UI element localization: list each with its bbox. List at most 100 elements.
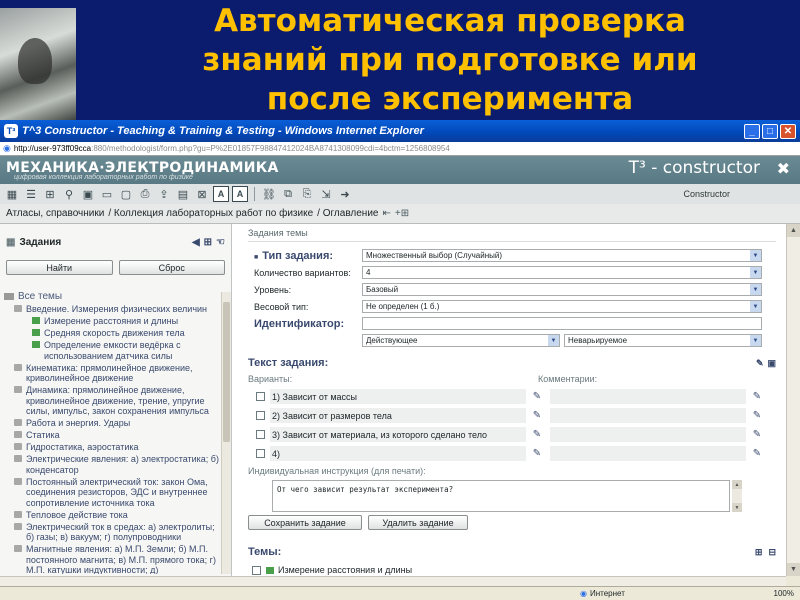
tree-scroll-thumb[interactable] xyxy=(223,302,230,442)
export-icon[interactable]: ⇲ xyxy=(318,186,334,202)
remove-topic-icon[interactable]: ⊟ xyxy=(768,547,776,558)
breadcrumb-item-collection[interactable]: / Коллекция лабораторных работ по физике xyxy=(108,208,313,219)
variant-checkbox[interactable] xyxy=(256,411,265,420)
save-task-button[interactable]: Сохранить задание xyxy=(248,515,362,530)
page-scroll-down-icon[interactable]: ▼ xyxy=(787,563,800,576)
tree-item[interactable]: Измерение расстояния и длины xyxy=(4,316,224,327)
paste-icon[interactable]: ⎘ xyxy=(299,186,315,202)
edit-variant-icon[interactable]: ✎ xyxy=(526,448,548,459)
arrow-right-icon[interactable]: ➜ xyxy=(337,186,353,202)
find-button[interactable]: Найти xyxy=(6,260,113,275)
insert-image-icon[interactable]: ▣ xyxy=(767,358,776,369)
tree-item[interactable]: Все темы xyxy=(4,292,224,303)
variant-checkbox[interactable] xyxy=(256,392,265,401)
chevron-down-icon[interactable]: ▼ xyxy=(750,301,761,312)
print-icon[interactable]: ⎙ xyxy=(137,186,153,202)
weight-select[interactable]: Не определен (1 б.) ▼ xyxy=(362,300,762,313)
tree-item[interactable]: Определение емкости ведёрка с использова… xyxy=(4,340,224,361)
edit-icon[interactable]: ✎ xyxy=(756,358,764,369)
tree-item[interactable]: Электрические явления: а) электростатика… xyxy=(4,454,224,475)
edit-variant-icon[interactable]: ✎ xyxy=(526,391,548,402)
tree-item[interactable]: Постоянный электрический ток: закон Ома,… xyxy=(4,477,224,509)
variants-count-select[interactable]: 4 ▼ xyxy=(362,266,762,279)
status-zoom[interactable]: 100% xyxy=(774,589,794,598)
variant-text[interactable]: 4) xyxy=(270,446,526,461)
variant-comment[interactable] xyxy=(550,408,746,423)
edit-comment-icon[interactable]: ✎ xyxy=(746,410,768,421)
add-node-icon[interactable]: +⊞ xyxy=(395,208,409,219)
type-select[interactable]: Множественный выбор (Случайный) ▼ xyxy=(362,249,762,262)
text-style-a-icon[interactable]: A xyxy=(213,186,229,202)
collapse-icon[interactable]: ⇤ xyxy=(382,208,390,219)
add-topic-icon[interactable]: ⊞ xyxy=(755,547,763,558)
variability-select[interactable]: Неварьируемое ▼ xyxy=(564,334,762,347)
edit-variant-icon[interactable]: ✎ xyxy=(526,410,548,421)
level-select[interactable]: Базовый ▼ xyxy=(362,283,762,296)
window-icon[interactable]: ▢ xyxy=(118,186,134,202)
identifier-input[interactable] xyxy=(362,317,762,330)
page-hscrollbar[interactable] xyxy=(0,576,786,586)
topic-checkbox[interactable] xyxy=(252,565,261,575)
delete-task-button[interactable]: Удалить задание xyxy=(368,515,468,530)
window-titlebar[interactable]: T³ T^3 Constructor - Teaching & Training… xyxy=(0,120,800,142)
tree-item[interactable]: Кинематика: прямолинейное движение, крив… xyxy=(4,363,224,384)
page-scrollbar[interactable]: ▲ ▼ xyxy=(786,224,800,576)
hand-pointer-icon[interactable]: ☜ xyxy=(216,237,225,248)
close-doc-icon[interactable]: ⊠ xyxy=(194,186,210,202)
upload-icon[interactable]: ⇪ xyxy=(156,186,172,202)
image-icon[interactable]: ▣ xyxy=(80,186,96,202)
instruction-textarea[interactable]: От чего зависит результат эксперимента? xyxy=(272,480,730,512)
minimize-button[interactable]: _ xyxy=(744,123,760,139)
variant-comment[interactable] xyxy=(550,446,746,461)
breadcrumb-item-atlases[interactable]: Атласы, справочники xyxy=(6,208,104,219)
variant-text[interactable]: 1) Зависит от массы xyxy=(270,389,526,404)
page-scroll-up-icon[interactable]: ▲ xyxy=(787,224,800,237)
address-bar[interactable]: ◉ http://user-973ff09cca :880/methodolog… xyxy=(0,142,800,156)
tree-scrollbar[interactable] xyxy=(221,292,231,574)
chevron-down-icon[interactable]: ▼ xyxy=(750,335,761,346)
text-style-a2-icon[interactable]: A xyxy=(232,186,248,202)
copy-icon[interactable]: ⧉ xyxy=(280,186,296,202)
collapse-left-icon[interactable]: ◀ xyxy=(192,237,200,248)
status-select[interactable]: Действующее ▼ xyxy=(362,334,560,347)
tree-item[interactable]: Статика xyxy=(4,430,224,441)
tree-item[interactable]: Средняя скорость движения тела xyxy=(4,328,224,339)
tree-item[interactable]: Магнитные явления: а) М.П. Земли; б) М.П… xyxy=(4,544,224,574)
close-button[interactable]: ✕ xyxy=(780,123,796,139)
link-icon[interactable]: ⛓ xyxy=(261,186,277,202)
list-icon[interactable]: ☰ xyxy=(23,186,39,202)
reset-button[interactable]: Сброс xyxy=(118,260,225,275)
chevron-down-icon[interactable]: ▼ xyxy=(750,267,761,278)
instruction-scrollbar[interactable]: ▲ ▼ xyxy=(732,480,742,512)
tree-item[interactable]: Введение. Измерения физических величин xyxy=(4,304,224,315)
tools-icon[interactable]: ✖ xyxy=(777,159,790,179)
variant-checkbox[interactable] xyxy=(256,449,265,458)
edit-comment-icon[interactable]: ✎ xyxy=(746,448,768,459)
variant-text[interactable]: 2) Зависит от размеров тела xyxy=(270,408,526,423)
tree-item[interactable]: Гидростатика, аэростатика xyxy=(4,442,224,453)
tree-view-icon[interactable]: ⊞ xyxy=(204,237,212,248)
variant-comment[interactable] xyxy=(550,389,746,404)
variant-comment[interactable] xyxy=(550,427,746,442)
chevron-down-icon[interactable]: ▼ xyxy=(750,284,761,295)
layout-icon[interactable]: ▭ xyxy=(99,186,115,202)
chevron-down-icon[interactable]: ▼ xyxy=(750,250,761,261)
grid-icon[interactable]: ▦ xyxy=(4,186,20,202)
tree-icon[interactable]: ⊞ xyxy=(42,186,58,202)
search-icon[interactable]: ⚲ xyxy=(61,186,77,202)
chevron-down-icon[interactable]: ▼ xyxy=(548,335,559,346)
page-icon[interactable]: ▤ xyxy=(175,186,191,202)
scroll-down-icon[interactable]: ▼ xyxy=(732,503,742,512)
variant-text[interactable]: 3) Зависит от материала, из которого сде… xyxy=(270,427,526,442)
breadcrumb-item-contents[interactable]: / Оглавление xyxy=(317,208,378,219)
tree-item[interactable]: Динамика: прямолинейное движение, кривол… xyxy=(4,385,224,417)
tree-item[interactable]: Работа и энергия. Удары xyxy=(4,418,224,429)
edit-comment-icon[interactable]: ✎ xyxy=(746,429,768,440)
tree-item[interactable]: Электрический ток в средах: а) электроли… xyxy=(4,522,224,543)
variant-checkbox[interactable] xyxy=(256,430,265,439)
edit-variant-icon[interactable]: ✎ xyxy=(526,429,548,440)
tree-item[interactable]: Тепловое действие тока xyxy=(4,510,224,521)
edit-comment-icon[interactable]: ✎ xyxy=(746,391,768,402)
maximize-button[interactable]: □ xyxy=(762,123,778,139)
scroll-up-icon[interactable]: ▲ xyxy=(732,480,742,489)
